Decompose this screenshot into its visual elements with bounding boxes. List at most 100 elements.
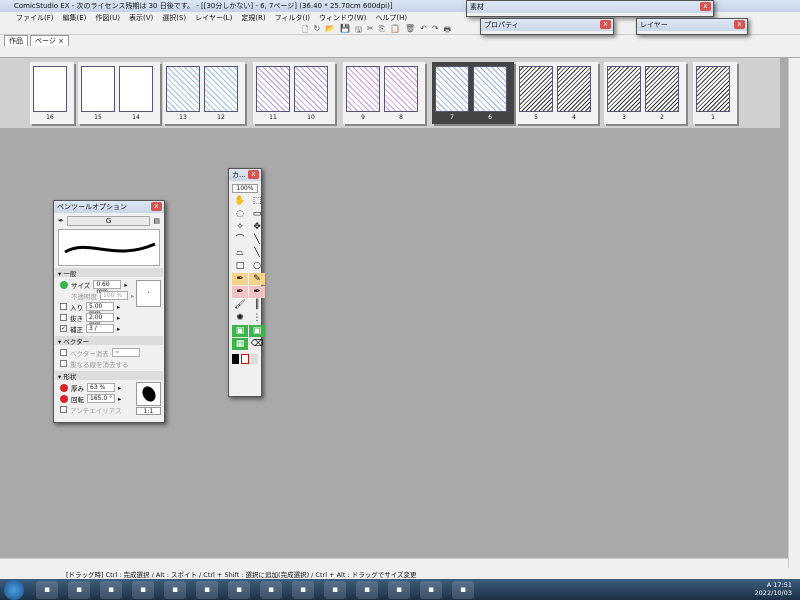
winamp-taskbar-icon[interactable]: ▪ xyxy=(356,580,378,599)
gradient-tool-icon[interactable]: ▣ xyxy=(249,325,265,337)
close-icon[interactable]: x xyxy=(151,202,162,211)
page-thumbnail[interactable] xyxy=(33,66,67,112)
menu-item[interactable]: レイヤー(L) xyxy=(195,13,232,22)
menu-icon[interactable]: ▤ xyxy=(153,217,160,225)
page-spread[interactable]: 16 xyxy=(30,62,74,124)
tab-page[interactable]: ページ × xyxy=(30,35,69,46)
page-thumbnail[interactable] xyxy=(81,66,115,112)
tablet-taskbar-icon[interactable]: ▪ xyxy=(420,580,442,599)
marker-tool-icon[interactable]: ✒ xyxy=(232,286,248,298)
media-taskbar-icon[interactable]: ▪ xyxy=(36,580,58,599)
firefox-taskbar-icon[interactable]: ▪ xyxy=(292,580,314,599)
menu-item[interactable]: 表示(V) xyxy=(129,13,153,22)
close-icon[interactable]: x xyxy=(734,20,745,29)
section-shape[interactable]: ▾ 形状 xyxy=(55,371,163,381)
menu-item[interactable]: 作図(U) xyxy=(95,13,120,22)
ime-indicator[interactable]: A xyxy=(767,581,771,589)
page-thumbnail[interactable] xyxy=(607,66,641,112)
sub-color-swatch[interactable] xyxy=(241,354,249,364)
line-tool-icon[interactable]: ╲ xyxy=(249,247,265,259)
zoom-select[interactable]: 100% xyxy=(232,184,258,193)
airbrush-tool-icon[interactable]: ✒ xyxy=(249,286,265,298)
menu-item[interactable]: フィルタ(I) xyxy=(275,13,310,22)
lasso-tool-icon[interactable]: ◌ xyxy=(232,208,248,220)
fill-tool-icon[interactable]: ▣ xyxy=(232,325,248,337)
pen-tool-icon[interactable]: ✒ xyxy=(232,273,248,285)
horizontal-scrollbar[interactable] xyxy=(0,558,788,568)
page-spread[interactable]: 76 xyxy=(432,62,514,124)
close-icon[interactable]: x xyxy=(248,170,259,179)
page-thumbnail[interactable] xyxy=(166,66,200,112)
menu-item[interactable]: ファイル(F) xyxy=(16,13,54,22)
close-icon[interactable]: x xyxy=(600,20,611,29)
paint-taskbar-icon[interactable]: ▪ xyxy=(260,580,282,599)
hand-tool-icon[interactable]: ✋ xyxy=(232,195,248,207)
brush-shape-preview[interactable] xyxy=(136,382,161,406)
thickness-input[interactable]: 63 % xyxy=(87,383,115,392)
page-spread[interactable]: 54 xyxy=(516,62,598,124)
close-icon[interactable]: x xyxy=(700,2,711,11)
in-checkbox[interactable] xyxy=(60,303,67,310)
page-spread[interactable]: 15 14 xyxy=(78,62,160,124)
page-thumbnail[interactable] xyxy=(256,66,290,112)
page-thumbnail[interactable] xyxy=(435,66,469,112)
page-thumbnail[interactable] xyxy=(557,66,591,112)
page-thumbnail[interactable] xyxy=(384,66,418,112)
menu-item[interactable]: ウィンドウ(W) xyxy=(319,13,366,22)
select-rect-tool-icon[interactable]: ⬚ xyxy=(249,195,265,207)
size-input[interactable]: 0.60 mm xyxy=(93,280,122,295)
feather-taskbar-icon[interactable]: ▪ xyxy=(196,580,218,599)
help-taskbar-icon[interactable]: ▪ xyxy=(132,580,154,599)
curve-tool-icon[interactable]: ⌒ xyxy=(232,234,248,246)
folder-taskbar-icon[interactable]: ▪ xyxy=(228,580,250,599)
blur-tool-icon[interactable]: ✺ xyxy=(232,312,248,324)
pattern-tool-icon[interactable]: ║ xyxy=(249,299,265,311)
pencil-tool-icon[interactable]: ✎ xyxy=(249,273,265,285)
marquee-tool-icon[interactable]: ▭ xyxy=(249,208,265,220)
in-input[interactable]: 5.00 mm xyxy=(86,302,114,317)
menu-item[interactable]: 選択(S) xyxy=(162,13,186,22)
vertical-scrollbar[interactable] xyxy=(788,58,800,568)
preset-select[interactable]: G xyxy=(66,216,151,226)
rectangle-tool-icon[interactable]: □ xyxy=(232,260,248,272)
eraser-tool-icon[interactable]: ⌫ xyxy=(249,338,265,350)
menu-item[interactable]: 編集(E) xyxy=(63,13,87,22)
page-thumbnail[interactable] xyxy=(346,66,380,112)
line-curve-tool-icon[interactable]: ╲ xyxy=(249,234,265,246)
brush-tool-icon[interactable]: 🖌 xyxy=(232,299,248,311)
pse-taskbar-icon[interactable]: ▪ xyxy=(100,580,122,599)
page-thumbnail[interactable] xyxy=(696,66,730,112)
pen-taskbar-icon[interactable]: ▪ xyxy=(68,580,90,599)
pressure-icon[interactable] xyxy=(60,383,68,392)
section-general[interactable]: ▾ 一般 xyxy=(55,268,163,278)
correction-checkbox[interactable]: ✓ xyxy=(60,325,67,332)
pressure-icon[interactable] xyxy=(60,394,68,403)
ellipse-tool-icon[interactable]: ○ xyxy=(249,260,265,272)
page-thumbnail[interactable] xyxy=(645,66,679,112)
page-thumbnail[interactable] xyxy=(204,66,238,112)
out-input[interactable]: 2.00 mm xyxy=(86,313,114,328)
menu-item[interactable]: 定規(R) xyxy=(241,13,265,22)
section-vector[interactable]: ▾ ベクター xyxy=(55,336,163,346)
main-color-swatch[interactable] xyxy=(232,354,240,364)
page-thumbnail[interactable] xyxy=(519,66,553,112)
dots-tool-icon[interactable]: ⋮ xyxy=(249,312,265,324)
tone-tool-icon[interactable]: ▦ xyxy=(232,338,248,350)
app-taskbar-icon[interactable]: ▪ xyxy=(324,580,346,599)
page-thumbnail[interactable] xyxy=(119,66,153,112)
correction-input[interactable]: 3 / xyxy=(86,324,114,333)
page-spread[interactable]: 98 xyxy=(343,62,425,124)
page-spread[interactable]: 11 10 xyxy=(253,62,335,124)
start-button[interactable] xyxy=(4,579,24,600)
transparent-swatch[interactable] xyxy=(250,354,258,364)
polyline-tool-icon[interactable]: ⏢ xyxy=(232,247,248,259)
page-thumbnail[interactable] xyxy=(473,66,507,112)
move-tool-icon[interactable]: ✥ xyxy=(249,221,265,233)
page-spread[interactable]: 13 12 xyxy=(163,62,245,124)
magic-wand-tool-icon[interactable]: ✧ xyxy=(232,221,248,233)
pressure-icon[interactable] xyxy=(60,280,68,289)
page-thumbnail[interactable] xyxy=(294,66,328,112)
image-taskbar-icon[interactable]: ▪ xyxy=(452,580,474,599)
out-checkbox[interactable] xyxy=(60,314,67,321)
clock[interactable]: A 17:51 2022/10/03 xyxy=(755,581,792,597)
